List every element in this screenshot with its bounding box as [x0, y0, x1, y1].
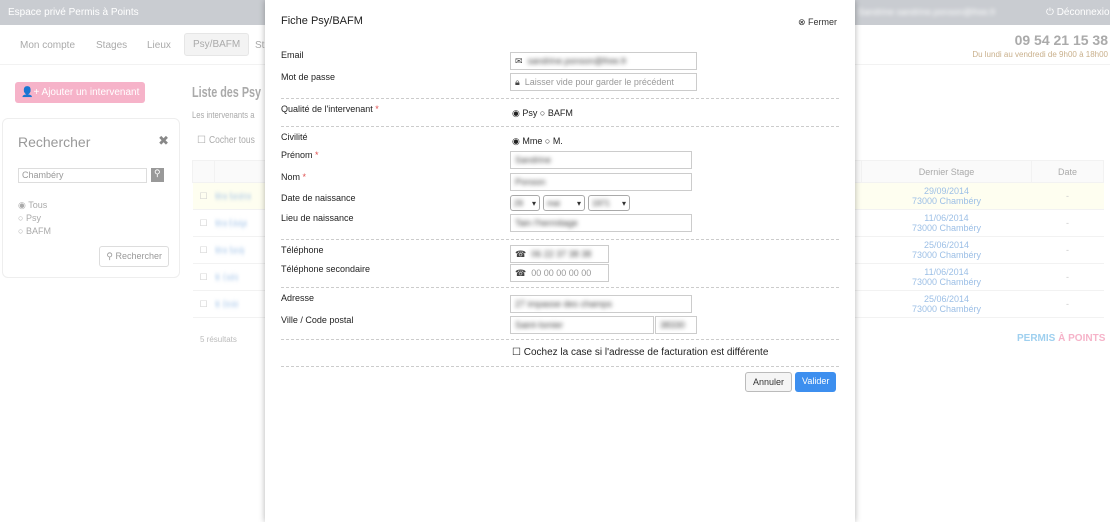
- radio-m[interactable]: ○ M.: [545, 136, 563, 146]
- row-checkbox[interactable]: ☐: [192, 209, 215, 237]
- row-last-stage: 11/06/2014 73000 Chambéry: [861, 263, 1032, 291]
- divider: [281, 339, 839, 340]
- birthdate-label: Date de naissance: [281, 193, 356, 203]
- city-label: Ville / Code postal: [281, 315, 354, 325]
- nav-st[interactable]: St: [255, 35, 264, 56]
- search-icon[interactable]: ⚲: [150, 168, 164, 182]
- civility-radio-group: ◉ Mme ○ M.: [512, 136, 839, 147]
- search-button[interactable]: ⚲ Rechercher: [99, 246, 169, 267]
- app-title: Espace privé Permis à Points: [8, 7, 139, 18]
- firstname-label: Prénom *: [281, 150, 319, 160]
- envelope-icon: ✉: [515, 55, 523, 66]
- password-label: Mot de passe: [281, 72, 336, 82]
- phone2-label: Téléphone secondaire: [281, 264, 371, 274]
- row-last-stage: 25/06/2014 73000 Chambéry: [861, 290, 1032, 318]
- close-icon[interactable]: ✖: [158, 133, 169, 149]
- user-info: Sandrine sandrine.ponson@free.fr: [858, 7, 996, 17]
- cancel-button[interactable]: Annuler: [745, 372, 793, 392]
- password-field[interactable]: 🔒︎ Laisser vide pour garder le précédent: [510, 73, 697, 91]
- lastname-label: Nom *: [281, 172, 307, 182]
- row-date: -: [1031, 263, 1104, 291]
- row-date: -: [1031, 290, 1104, 318]
- logout-link[interactable]: ⏻ Déconnexion: [1046, 7, 1110, 18]
- radio-bafm[interactable]: ○ BAFM: [540, 108, 573, 118]
- nav-lieux[interactable]: Lieux: [147, 35, 171, 56]
- fiche-modal: Fiche Psy/BAFM ⊗ Fermer Email ✉ sandrine.…: [265, 0, 855, 522]
- add-intervenant-button[interactable]: 👤+ Ajouter un intervenant: [15, 82, 146, 103]
- row-last-stage: 29/09/2014 73000 Chambéry: [861, 182, 1032, 210]
- search-panel: Rechercher ✖ Chambéry ⚲ ◉ Tous ○ Psy ○ BA…: [2, 118, 180, 278]
- close-button[interactable]: ⊗ Fermer: [798, 17, 837, 28]
- row-last-stage: 11/06/2014 73000 Chambéry: [861, 209, 1032, 237]
- telephone-icon: ☎: [515, 267, 527, 278]
- row-checkbox[interactable]: ☐: [192, 236, 215, 264]
- close-circle-icon: ⊗: [797, 17, 806, 27]
- divider: [281, 126, 839, 127]
- row-checkbox[interactable]: ☐: [192, 182, 215, 210]
- logo: PERMIS À POINTS: [1017, 333, 1106, 344]
- firstname-field[interactable]: Sandrine: [510, 151, 692, 169]
- nav-mon-compte[interactable]: Mon compte: [20, 35, 75, 56]
- add-user-icon: 👤+: [21, 87, 40, 98]
- lastname-field[interactable]: Ponson: [510, 173, 692, 191]
- radio-psy[interactable]: ◉ Psy: [512, 108, 537, 118]
- quality-radio-group: ◉ Psy ○ BAFM: [512, 108, 839, 119]
- quality-label: Qualité de l'intervenant *: [281, 104, 379, 114]
- birth-day-select[interactable]: 29 ▾: [510, 195, 540, 211]
- birth-year-select[interactable]: 1971 ▾: [588, 195, 630, 211]
- row-last-stage: 25/06/2014 73000 Chambéry: [861, 236, 1032, 264]
- nav-psy-bafm[interactable]: Psy/BAFM: [184, 33, 250, 56]
- row-checkbox[interactable]: ☐: [192, 290, 215, 318]
- nav-stages[interactable]: Stages: [96, 35, 127, 56]
- birth-month-select[interactable]: mai ▾: [543, 195, 585, 211]
- contact-phone: 09 54 21 15 38: [1014, 32, 1108, 48]
- row-checkbox[interactable]: ☐: [192, 263, 215, 291]
- lock-icon: 🔒︎: [515, 76, 520, 87]
- search-input[interactable]: Chambéry: [18, 168, 147, 183]
- filter-tous[interactable]: ◉ Tous: [18, 199, 164, 212]
- result-count: 5 résultats: [200, 335, 237, 344]
- list-subtitle: Les intervenants a: [192, 110, 255, 120]
- filter-psy[interactable]: ○ Psy: [18, 212, 164, 225]
- modal-title: Fiche Psy/BAFM: [281, 15, 363, 27]
- address-label: Adresse: [281, 293, 315, 303]
- col-dernier-stage: Dernier Stage: [861, 160, 1032, 183]
- check-all[interactable]: ☐ Cocher tous: [197, 135, 263, 146]
- contact-hours: Du lundi au vendredi de 9h00 à 18h00: [972, 50, 1108, 59]
- row-date: -: [1031, 236, 1104, 264]
- row-date: -: [1031, 209, 1104, 237]
- phone-field[interactable]: ☎ 06 22 37 38 38: [510, 245, 609, 263]
- row-date: -: [1031, 182, 1104, 210]
- contact-info: 09 54 21 15 38 Du lundi au vendredi de 9h…: [972, 32, 1108, 60]
- billing-checkbox[interactable]: ☐ Cochez la case si l'adresse de factura…: [512, 347, 839, 358]
- address-field[interactable]: 27 impasse des champs: [510, 295, 692, 313]
- col-date: Date: [1031, 160, 1104, 183]
- city-field[interactable]: Saint-Ismier: [510, 316, 654, 334]
- power-icon: ⏻: [1046, 7, 1054, 18]
- birthplace-label: Lieu de naissance: [281, 213, 354, 223]
- filter-bafm[interactable]: ○ BAFM: [18, 225, 164, 238]
- email-label: Email: [281, 50, 304, 60]
- search-title: Rechercher: [18, 134, 91, 150]
- divider: [281, 287, 839, 288]
- postal-code-field[interactable]: 38330: [655, 316, 697, 334]
- email-field[interactable]: ✉ sandrine.ponson@free.fr: [510, 52, 697, 70]
- submit-button[interactable]: Valider: [795, 372, 837, 392]
- phone2-field[interactable]: ☎ 00 00 00 00 00: [510, 264, 609, 282]
- phone-label: Téléphone: [281, 245, 324, 255]
- divider: [281, 239, 839, 240]
- divider: [281, 366, 839, 367]
- telephone-icon: ☎: [515, 248, 527, 259]
- birthplace-field[interactable]: Tain l'hermitage: [510, 214, 692, 232]
- civility-label: Civilité: [281, 132, 308, 142]
- divider: [281, 98, 839, 99]
- radio-mme[interactable]: ◉ Mme: [512, 136, 542, 146]
